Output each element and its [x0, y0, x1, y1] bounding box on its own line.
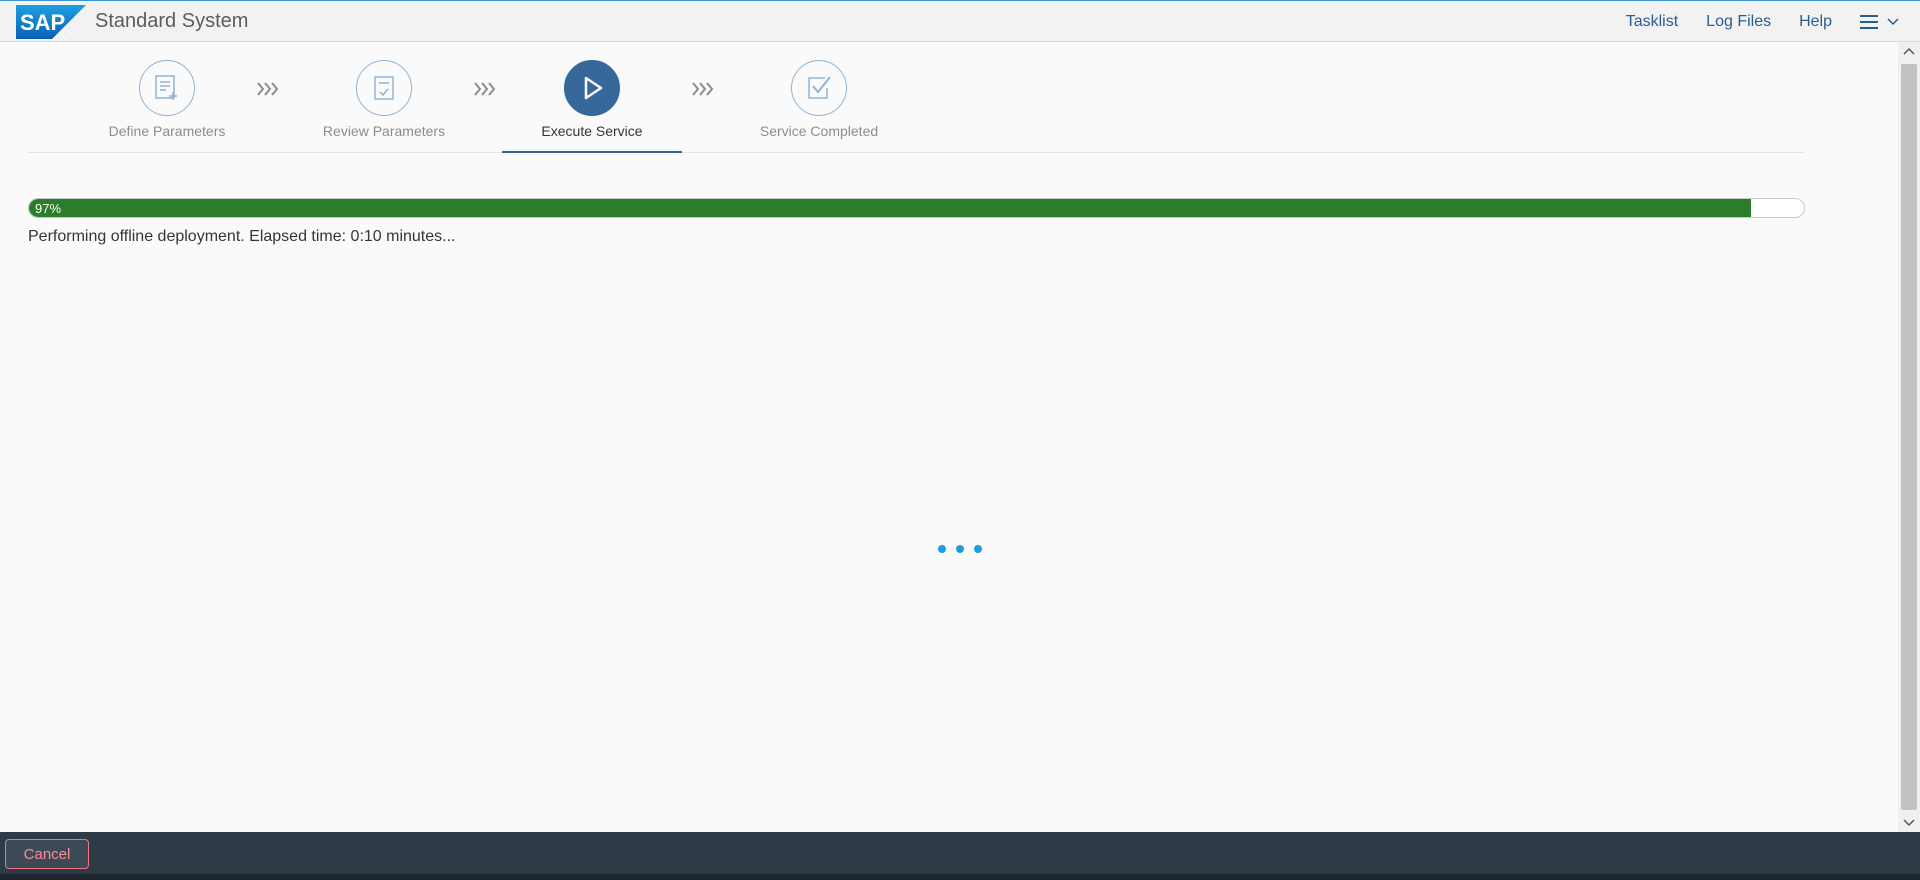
hamburger-icon: [1860, 15, 1878, 29]
step-service-completed[interactable]: Service Completed: [729, 60, 909, 153]
footer-toolbar: Cancel: [0, 832, 1920, 880]
active-step-indicator: [502, 151, 682, 153]
step-circle: [356, 60, 412, 116]
checkbox-icon: [808, 76, 831, 99]
chevrons-icon: [474, 82, 496, 96]
sap-logo: SAP: [16, 5, 86, 39]
step-label: Service Completed: [759, 123, 879, 139]
step-label: Execute Service: [541, 123, 643, 139]
chevron-up-icon: [1903, 47, 1915, 55]
progress-percent: 97%: [35, 201, 62, 216]
busy-dot: [938, 545, 946, 553]
progress-indicator: 97%: [28, 198, 1805, 218]
scroll-up-button[interactable]: [1898, 42, 1920, 60]
wizard-progress-nav: Define Parameters Review Parameters Exec…: [28, 42, 1804, 153]
step-execute-service[interactable]: Execute Service: [502, 60, 682, 153]
scroll-down-button[interactable]: [1898, 814, 1920, 832]
cancel-button[interactable]: Cancel: [5, 839, 89, 869]
step-circle: [564, 60, 620, 116]
step-label: Define Parameters: [108, 123, 226, 139]
shell-header: SAP Standard System Tasklist Log Files H…: [0, 0, 1920, 42]
help-link[interactable]: Help: [1799, 13, 1832, 31]
scroll-thumb[interactable]: [1901, 64, 1917, 810]
vertical-scrollbar[interactable]: [1898, 42, 1920, 832]
step-label: Review Parameters: [322, 123, 446, 139]
step-circle: [139, 60, 195, 116]
play-icon: [584, 76, 603, 100]
chevron-down-icon: [1903, 819, 1915, 827]
busy-indicator: [938, 545, 982, 553]
step-review-parameters[interactable]: Review Parameters: [294, 60, 474, 153]
step-define-parameters[interactable]: Define Parameters: [77, 60, 257, 153]
menu-button[interactable]: [1860, 14, 1900, 30]
progress-fill: [29, 199, 1751, 217]
log-files-link[interactable]: Log Files: [1706, 13, 1771, 31]
chevron-down-icon: [1887, 18, 1899, 26]
svg-text:SAP: SAP: [20, 10, 65, 35]
tasklist-link[interactable]: Tasklist: [1626, 13, 1678, 31]
busy-dot: [974, 545, 982, 553]
busy-dot: [956, 545, 964, 553]
chevrons-icon: [257, 82, 279, 96]
step-circle: [791, 60, 847, 116]
document-check-icon: [374, 76, 394, 100]
status-message: Performing offline deployment. Elapsed t…: [28, 228, 456, 245]
header-nav: Tasklist Log Files Help: [1626, 1, 1920, 43]
app-title: Standard System: [95, 10, 249, 32]
chevrons-icon: [692, 82, 714, 96]
document-add-icon: [155, 75, 177, 100]
